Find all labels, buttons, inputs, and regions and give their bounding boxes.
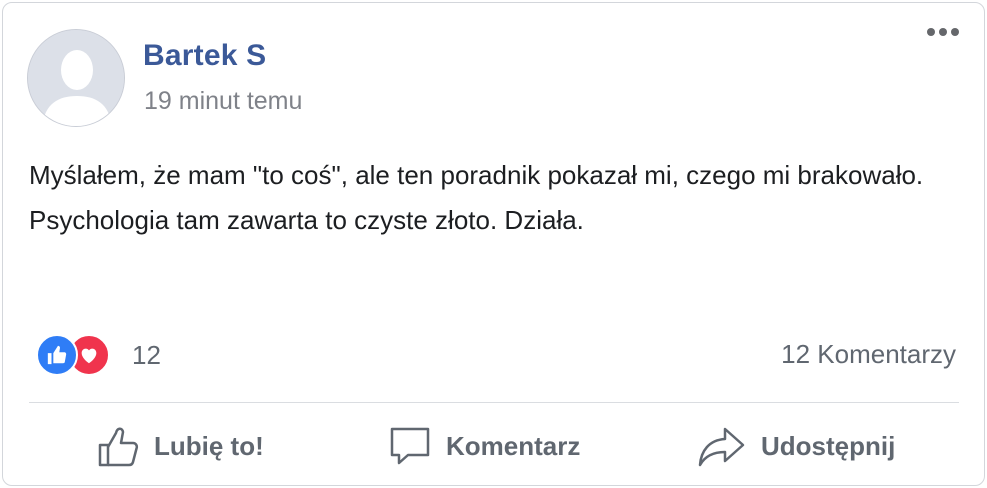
share-button[interactable]: Udostępnij bbox=[697, 421, 895, 471]
comments-count-link[interactable]: 12 Komentarzy bbox=[781, 339, 956, 370]
share-arrow-icon bbox=[698, 427, 745, 467]
more-options-button[interactable] bbox=[920, 17, 966, 47]
author-name[interactable]: Bartek S bbox=[143, 39, 266, 73]
post-text: Myślałem, że mam "to coś", ale ten porad… bbox=[29, 160, 924, 235]
like-label: Lubię to! bbox=[154, 430, 264, 461]
like-reaction-icon bbox=[36, 334, 78, 376]
default-profile-icon bbox=[28, 30, 124, 126]
comment-label: Komentarz bbox=[446, 430, 581, 461]
share-label: Udostępnij bbox=[761, 430, 896, 461]
comment-icon bbox=[390, 427, 430, 465]
reactions-summary[interactable]: 12 bbox=[36, 333, 161, 377]
post-card: Bartek S 19 minut temu Myślałem, że mam … bbox=[2, 2, 985, 486]
like-button[interactable]: Lubię to! bbox=[96, 421, 264, 471]
ellipsis-icon bbox=[927, 28, 935, 36]
thumbs-up-icon bbox=[98, 427, 139, 467]
avatar[interactable] bbox=[27, 29, 125, 127]
divider bbox=[29, 402, 959, 403]
ellipsis-icon bbox=[939, 28, 947, 36]
ellipsis-icon bbox=[951, 28, 959, 36]
reaction-count: 12 bbox=[132, 339, 161, 370]
post-timestamp[interactable]: 19 minut temu bbox=[144, 87, 302, 116]
comment-button[interactable]: Komentarz bbox=[388, 421, 580, 471]
